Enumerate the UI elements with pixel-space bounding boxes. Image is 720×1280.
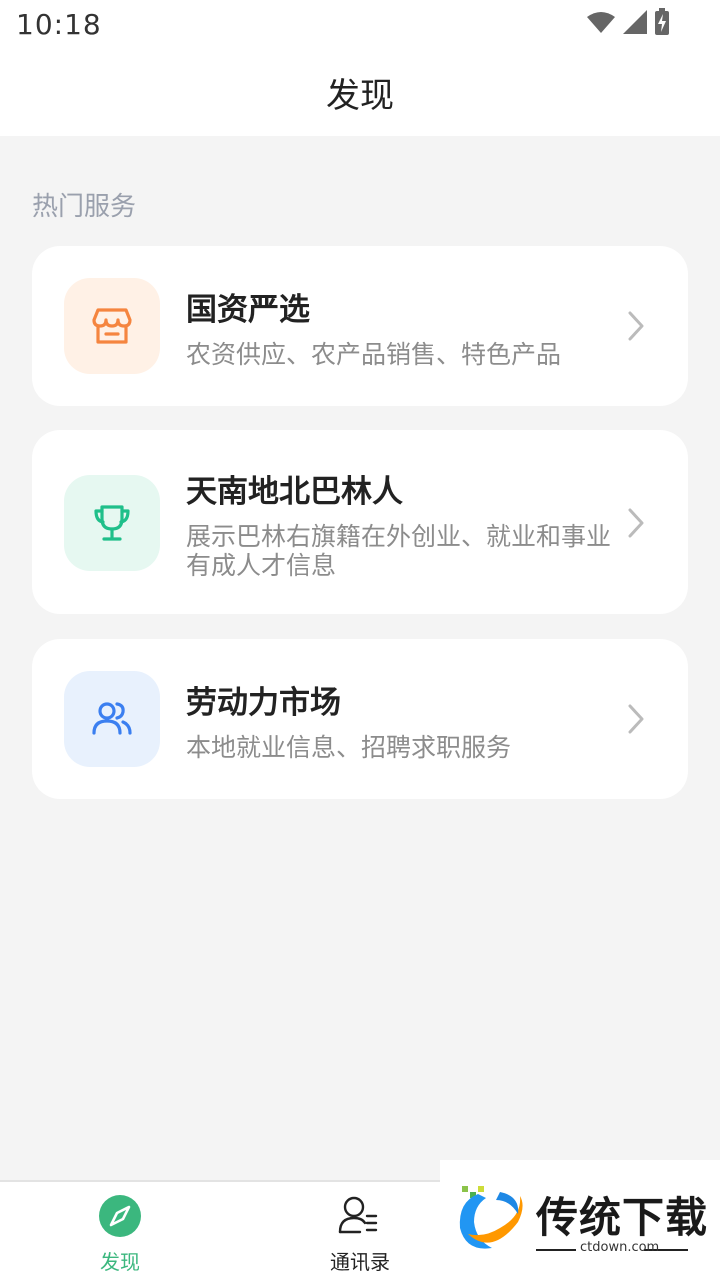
tab-discover[interactable]: 发现 — [60, 1194, 180, 1275]
contacts-icon — [338, 1196, 378, 1234]
card-title: 国资严选 — [186, 292, 310, 328]
watermark-line — [536, 1249, 576, 1251]
tab-label: 发现 — [100, 1250, 140, 1274]
tab-contacts[interactable]: 通讯录 — [300, 1194, 420, 1275]
service-card-labor[interactable]: 劳动力市场 本地就业信息、招聘求职服务 — [32, 639, 688, 799]
watermark-url: ctdown.com — [580, 1240, 660, 1255]
status-time: 10:18 — [16, 8, 102, 41]
service-card-guozi[interactable]: 国资严选 农资供应、农产品销售、特色产品 — [32, 246, 688, 406]
watermark-logo-icon — [459, 1186, 523, 1249]
compass-icon — [99, 1195, 141, 1237]
card-title: 天南地北巴林人 — [186, 474, 403, 510]
status-bar: 10:18 — [0, 0, 720, 50]
card-desc: 展示巴林右旗籍在外创业、就业和事业有成人才信息 — [186, 522, 612, 580]
signal-icon — [623, 10, 647, 34]
watermark: 传统下载 ctdown.com — [440, 1160, 720, 1280]
service-card-balin[interactable]: 天南地北巴林人 展示巴林右旗籍在外创业、就业和事业有成人才信息 — [32, 430, 688, 614]
page-title: 发现 — [326, 76, 394, 116]
status-icons — [586, 8, 670, 36]
users-icon — [64, 671, 160, 767]
battery-icon — [655, 8, 669, 35]
shop-icon — [64, 278, 160, 374]
trophy-icon — [64, 475, 160, 571]
header-bar: 发现 — [0, 50, 720, 136]
chevron-right-icon — [628, 704, 644, 734]
watermark-text: 传统下载 — [536, 1193, 709, 1242]
card-desc: 本地就业信息、招聘求职服务 — [186, 733, 512, 762]
chevron-right-icon — [628, 508, 644, 538]
tab-label: 通讯录 — [330, 1250, 390, 1274]
chevron-right-icon — [628, 311, 644, 341]
card-title: 劳动力市场 — [186, 685, 341, 721]
wifi-icon — [587, 12, 615, 33]
section-title: 热门服务 — [32, 192, 137, 222]
card-desc: 农资供应、农产品销售、特色产品 — [186, 340, 562, 369]
